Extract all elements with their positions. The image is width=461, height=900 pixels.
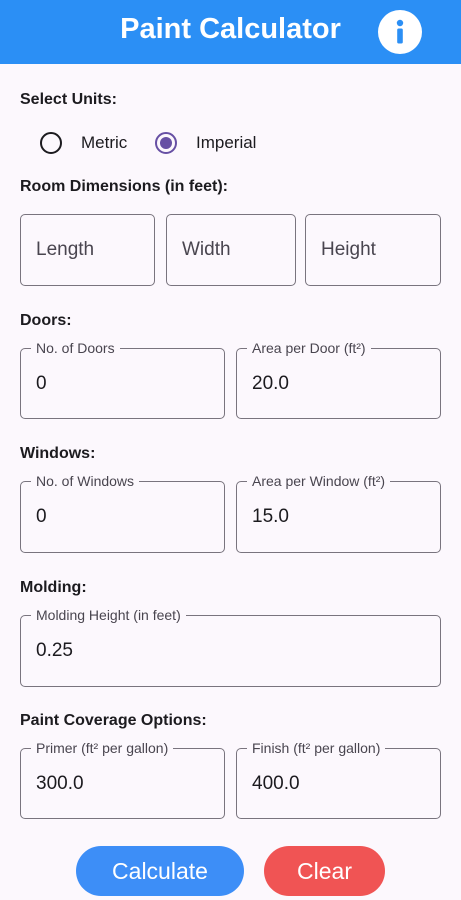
primer-coverage-value: 300.0 [36,772,84,794]
radio-selected-dot [160,137,172,149]
calculate-button[interactable]: Calculate [76,846,244,896]
info-icon [396,19,404,44]
height-placeholder: Height [321,239,376,260]
windows-count-label: No. of Windows [31,472,140,490]
length-placeholder: Length [36,239,95,260]
doors-label: Doors: [20,312,72,329]
paint-coverage-label: Paint Coverage Options: [20,712,207,729]
radio-metric[interactable] [40,132,62,154]
height-input[interactable]: Height [305,214,441,286]
radio-metric-label[interactable]: Metric [81,133,127,153]
units-label: Select Units: [20,91,117,108]
door-area-value: 20.0 [252,372,289,394]
finish-coverage-value: 400.0 [252,772,300,794]
windows-label: Windows: [20,445,96,462]
molding-label: Molding: [20,579,87,596]
windows-count-value: 0 [36,506,47,527]
clear-button[interactable]: Clear [264,846,385,896]
width-placeholder: Width [182,239,231,260]
molding-height-value: 0.25 [36,640,73,661]
molding-height-input[interactable]: Molding Height (in feet) 0.25 [20,606,441,687]
windows-count-input[interactable]: No. of Windows 0 [20,472,225,553]
window-area-input[interactable]: Area per Window (ft²) 15.0 [236,472,441,553]
app-bar: Paint Calculator [0,0,461,64]
primer-coverage-input[interactable]: Primer (ft² per gallon) 300.0 [20,739,225,819]
info-button[interactable] [378,10,422,54]
room-dimensions-label: Room Dimensions (in feet): [20,178,229,195]
radio-imperial[interactable] [155,132,177,154]
radio-imperial-label[interactable]: Imperial [196,133,256,153]
width-input[interactable]: Width [166,214,296,286]
doors-count-value: 0 [36,372,47,394]
door-area-input[interactable]: Area per Door (ft²) 20.0 [236,339,441,419]
length-input[interactable]: Length [20,214,155,286]
window-area-value: 15.0 [252,506,289,527]
doors-count-input[interactable]: No. of Doors 0 [20,339,225,419]
finish-coverage-input[interactable]: Finish (ft² per gallon) 400.0 [236,739,441,819]
